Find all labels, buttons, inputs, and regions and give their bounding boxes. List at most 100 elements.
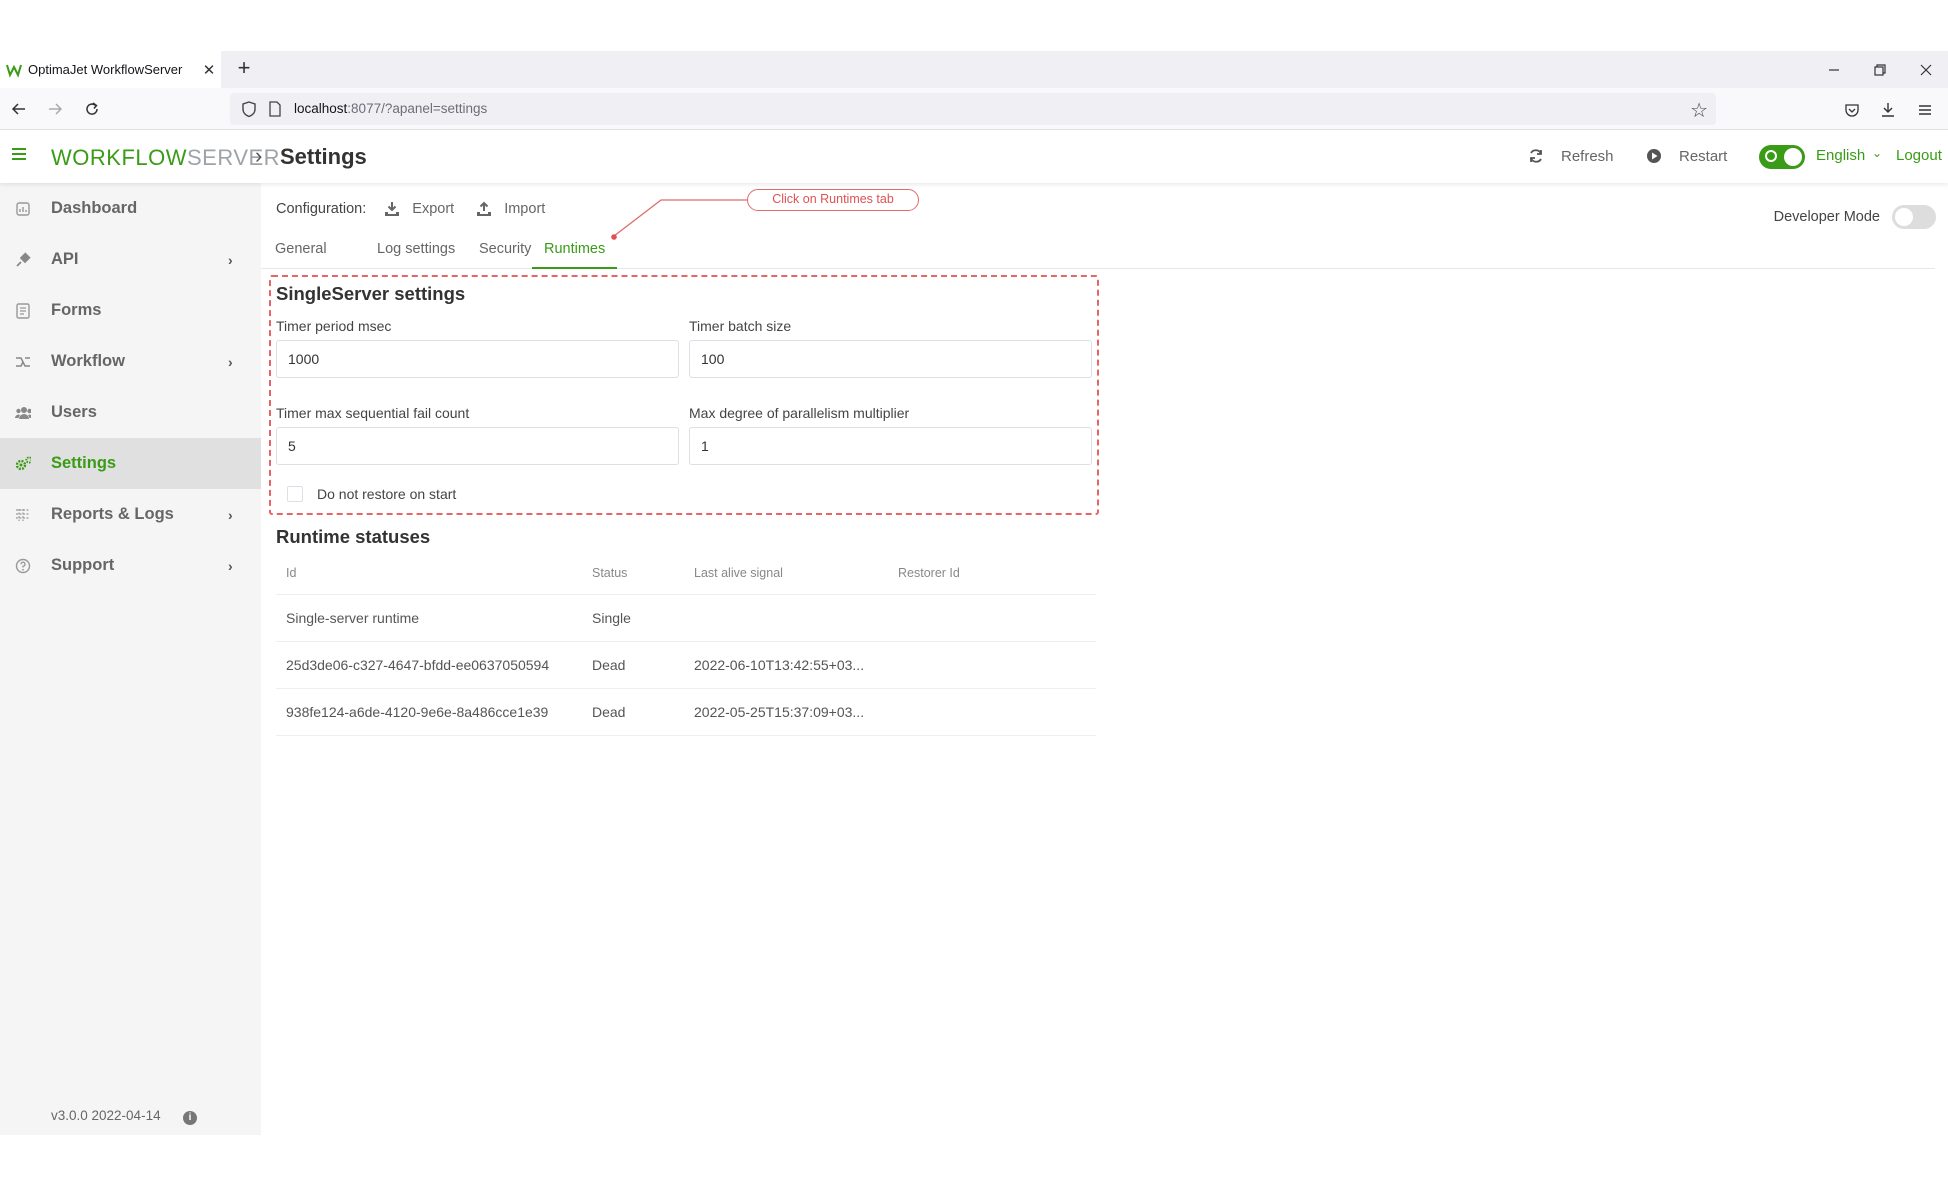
help-icon	[15, 558, 31, 574]
sidebar-item-dashboard[interactable]: Dashboard	[0, 183, 261, 234]
chevron-right-icon: ›	[228, 353, 233, 370]
arrow-left-icon	[11, 103, 25, 115]
sidebar-item-workflow[interactable]: Workflow ›	[0, 336, 261, 387]
version-text: v3.0.0 2022-04-14	[51, 1108, 161, 1123]
app-header: WORKFLOWSERVER › Settings Refresh Restar…	[0, 131, 1948, 183]
restart-label: Restart	[1679, 147, 1728, 165]
minimize-window-button[interactable]	[1811, 51, 1857, 88]
cell-last-alive: 2022-05-25T15:37:09+03...	[694, 704, 865, 720]
sidebar-item-label: Reports & Logs	[51, 505, 174, 523]
timer-batch-label: Timer batch size	[689, 318, 792, 334]
page-icon	[269, 101, 281, 117]
workflow-icon	[15, 354, 31, 370]
fail-count-label: Timer max sequential fail count	[276, 405, 470, 421]
brand-part-workflow: WORKFLOW	[51, 145, 187, 170]
new-tab-button[interactable]: +	[232, 57, 256, 81]
sidebar-item-users[interactable]: Users	[0, 387, 261, 438]
browser-tab[interactable]: OptimaJet WorkflowServer ✕	[0, 51, 221, 88]
restart-button[interactable]: Restart	[1645, 147, 1727, 165]
refresh-label: Refresh	[1561, 147, 1614, 165]
export-label: Export	[412, 201, 455, 217]
url-host: localhost	[294, 101, 348, 116]
column-header-status: Status	[592, 566, 628, 580]
downloads-button[interactable]	[1875, 97, 1901, 123]
sidebar-item-reports-logs[interactable]: Reports & Logs ›	[0, 489, 261, 540]
restore-checkbox-row[interactable]: Do not restore on start	[287, 486, 456, 502]
theme-toggle[interactable]	[1759, 145, 1805, 169]
plug-icon	[15, 251, 31, 268]
refresh-button[interactable]: Refresh	[1527, 147, 1614, 165]
restore-icon	[1874, 63, 1886, 76]
restore-window-button[interactable]	[1857, 51, 1903, 88]
table-row[interactable]: 938fe124-a6de-4120-9e6e-8a486cce1e39 Dea…	[276, 689, 1096, 736]
logout-link[interactable]: Logout	[1896, 147, 1942, 164]
cell-id: 25d3de06-c327-4647-bfdd-ee0637050594	[286, 657, 550, 673]
close-window-button[interactable]	[1903, 51, 1948, 88]
hamburger-menu-icon[interactable]	[12, 145, 32, 165]
sidebar-item-label: Workflow	[51, 352, 125, 370]
brand-logo[interactable]: WORKFLOWSERVER	[51, 145, 280, 171]
back-button[interactable]	[6, 96, 32, 122]
developer-mode-label: Developer Mode	[1773, 209, 1880, 225]
timer-period-input[interactable]: 1000	[276, 340, 679, 378]
chevron-right-icon: ›	[228, 557, 233, 574]
workflow-favicon-icon	[6, 64, 22, 78]
page-title: Settings	[280, 144, 367, 169]
menu-icon	[1919, 105, 1931, 115]
parallelism-label: Max degree of parallelism multiplier	[689, 405, 910, 421]
brand-part-server: SERVER	[187, 145, 281, 170]
table-row[interactable]: 25d3de06-c327-4647-bfdd-ee0637050594 Dea…	[276, 642, 1096, 689]
sidebar-item-label: Dashboard	[51, 199, 138, 217]
parallelism-input[interactable]: 1	[689, 427, 1092, 465]
tab-log-settings[interactable]: Log settings	[365, 235, 467, 269]
sidebar-item-label: Users	[51, 403, 97, 421]
sidebar-item-label: API	[51, 250, 79, 268]
forward-button[interactable]	[42, 96, 68, 122]
timer-batch-input[interactable]: 100	[689, 340, 1092, 378]
download-icon	[385, 202, 400, 216]
restore-checkbox[interactable]	[287, 486, 303, 502]
switch-knob	[1895, 208, 1913, 226]
sun-icon	[1765, 150, 1777, 162]
cell-id: 938fe124-a6de-4120-9e6e-8a486cce1e39	[286, 704, 549, 720]
tab-general[interactable]: General	[263, 235, 339, 269]
export-button[interactable]: Export	[384, 201, 454, 217]
configuration-row: Configuration: Export Import	[276, 201, 567, 217]
browser-menu-button[interactable]	[1912, 97, 1938, 123]
upload-icon	[477, 201, 492, 216]
import-button[interactable]: Import	[476, 201, 545, 217]
bookmark-star-icon[interactable]: ☆	[1690, 98, 1708, 123]
sidebar-item-settings[interactable]: Settings	[0, 438, 261, 489]
cell-id: Single-server runtime	[286, 610, 420, 626]
fail-count-input[interactable]: 5	[276, 427, 679, 465]
gears-icon	[15, 455, 31, 472]
language-select[interactable]: English	[1816, 147, 1865, 164]
browser-nav-bar: localhost:8077/?apanel=settings ☆	[0, 88, 1948, 130]
sidebar-item-label: Forms	[51, 301, 102, 319]
sidebar-item-label: Settings	[51, 454, 117, 472]
chevron-down-icon[interactable]: ⌄	[1872, 146, 1882, 160]
report-icon	[15, 507, 31, 523]
annotation-callout: Click on Runtimes tab	[747, 189, 919, 211]
arrow-right-icon	[49, 103, 63, 115]
address-bar[interactable]: localhost:8077/?apanel=settings ☆	[230, 93, 1716, 125]
screen-top-margin	[0, 0, 1948, 51]
tracking-shield-icon	[242, 101, 256, 118]
singleserver-settings-title: SingleServer settings	[276, 283, 466, 304]
info-icon[interactable]: i	[183, 1111, 197, 1125]
sidebar-item-forms[interactable]: Forms	[0, 285, 261, 336]
minimize-icon	[1829, 68, 1839, 71]
table-row[interactable]: Single-server runtime Single	[276, 595, 1096, 642]
sidebar-item-api[interactable]: API ›	[0, 234, 261, 285]
column-header-id: Id	[286, 566, 297, 580]
close-tab-icon[interactable]: ✕	[197, 61, 221, 79]
cell-last-alive: 2022-06-10T13:42:55+03...	[694, 657, 865, 673]
refresh-icon	[1530, 149, 1542, 163]
form-icon	[15, 302, 31, 319]
reload-button[interactable]	[79, 96, 105, 122]
tab-runtimes[interactable]: Runtimes	[532, 235, 618, 269]
sidebar-item-support[interactable]: Support ›	[0, 540, 261, 591]
pocket-button[interactable]	[1839, 97, 1865, 123]
developer-mode-switch[interactable]	[1892, 205, 1936, 229]
sidebar: Dashboard API › Forms Workflow › Users S…	[0, 183, 261, 1135]
